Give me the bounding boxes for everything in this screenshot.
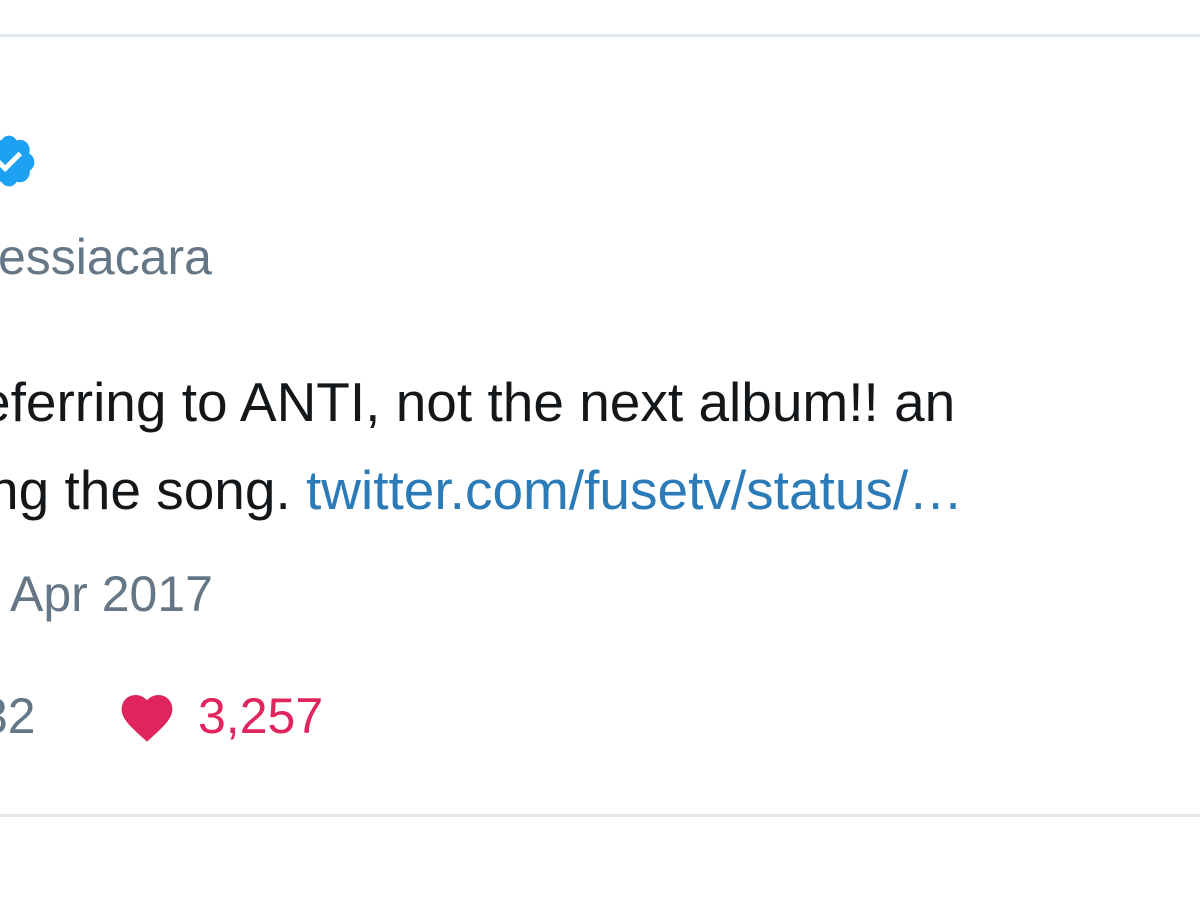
- tweet-text-line-1: eferring to ANTI, not the next album!! a…: [0, 371, 956, 433]
- tweet-embed: essiacara eferring to ANTI, not the next…: [0, 0, 1200, 900]
- verified-badge-icon: [0, 135, 35, 187]
- user-handle[interactable]: essiacara: [0, 222, 212, 292]
- bottom-divider: [0, 814, 1200, 817]
- tweet-timestamp[interactable]: Apr 2017: [10, 558, 213, 630]
- like-button[interactable]: 3,257: [118, 680, 323, 752]
- heart-icon: [121, 694, 173, 742]
- retweet-count: 32: [0, 688, 36, 744]
- tweet-link[interactable]: twitter.com/fusetv/status/…: [306, 459, 963, 521]
- tweet-text-line-2-prefix: ng the song.: [0, 459, 307, 521]
- top-divider: [0, 34, 1200, 37]
- like-count: 3,257: [198, 688, 324, 744]
- tweet-text-line-2: ng the song. twitter.com/fusetv/status/…: [0, 450, 963, 530]
